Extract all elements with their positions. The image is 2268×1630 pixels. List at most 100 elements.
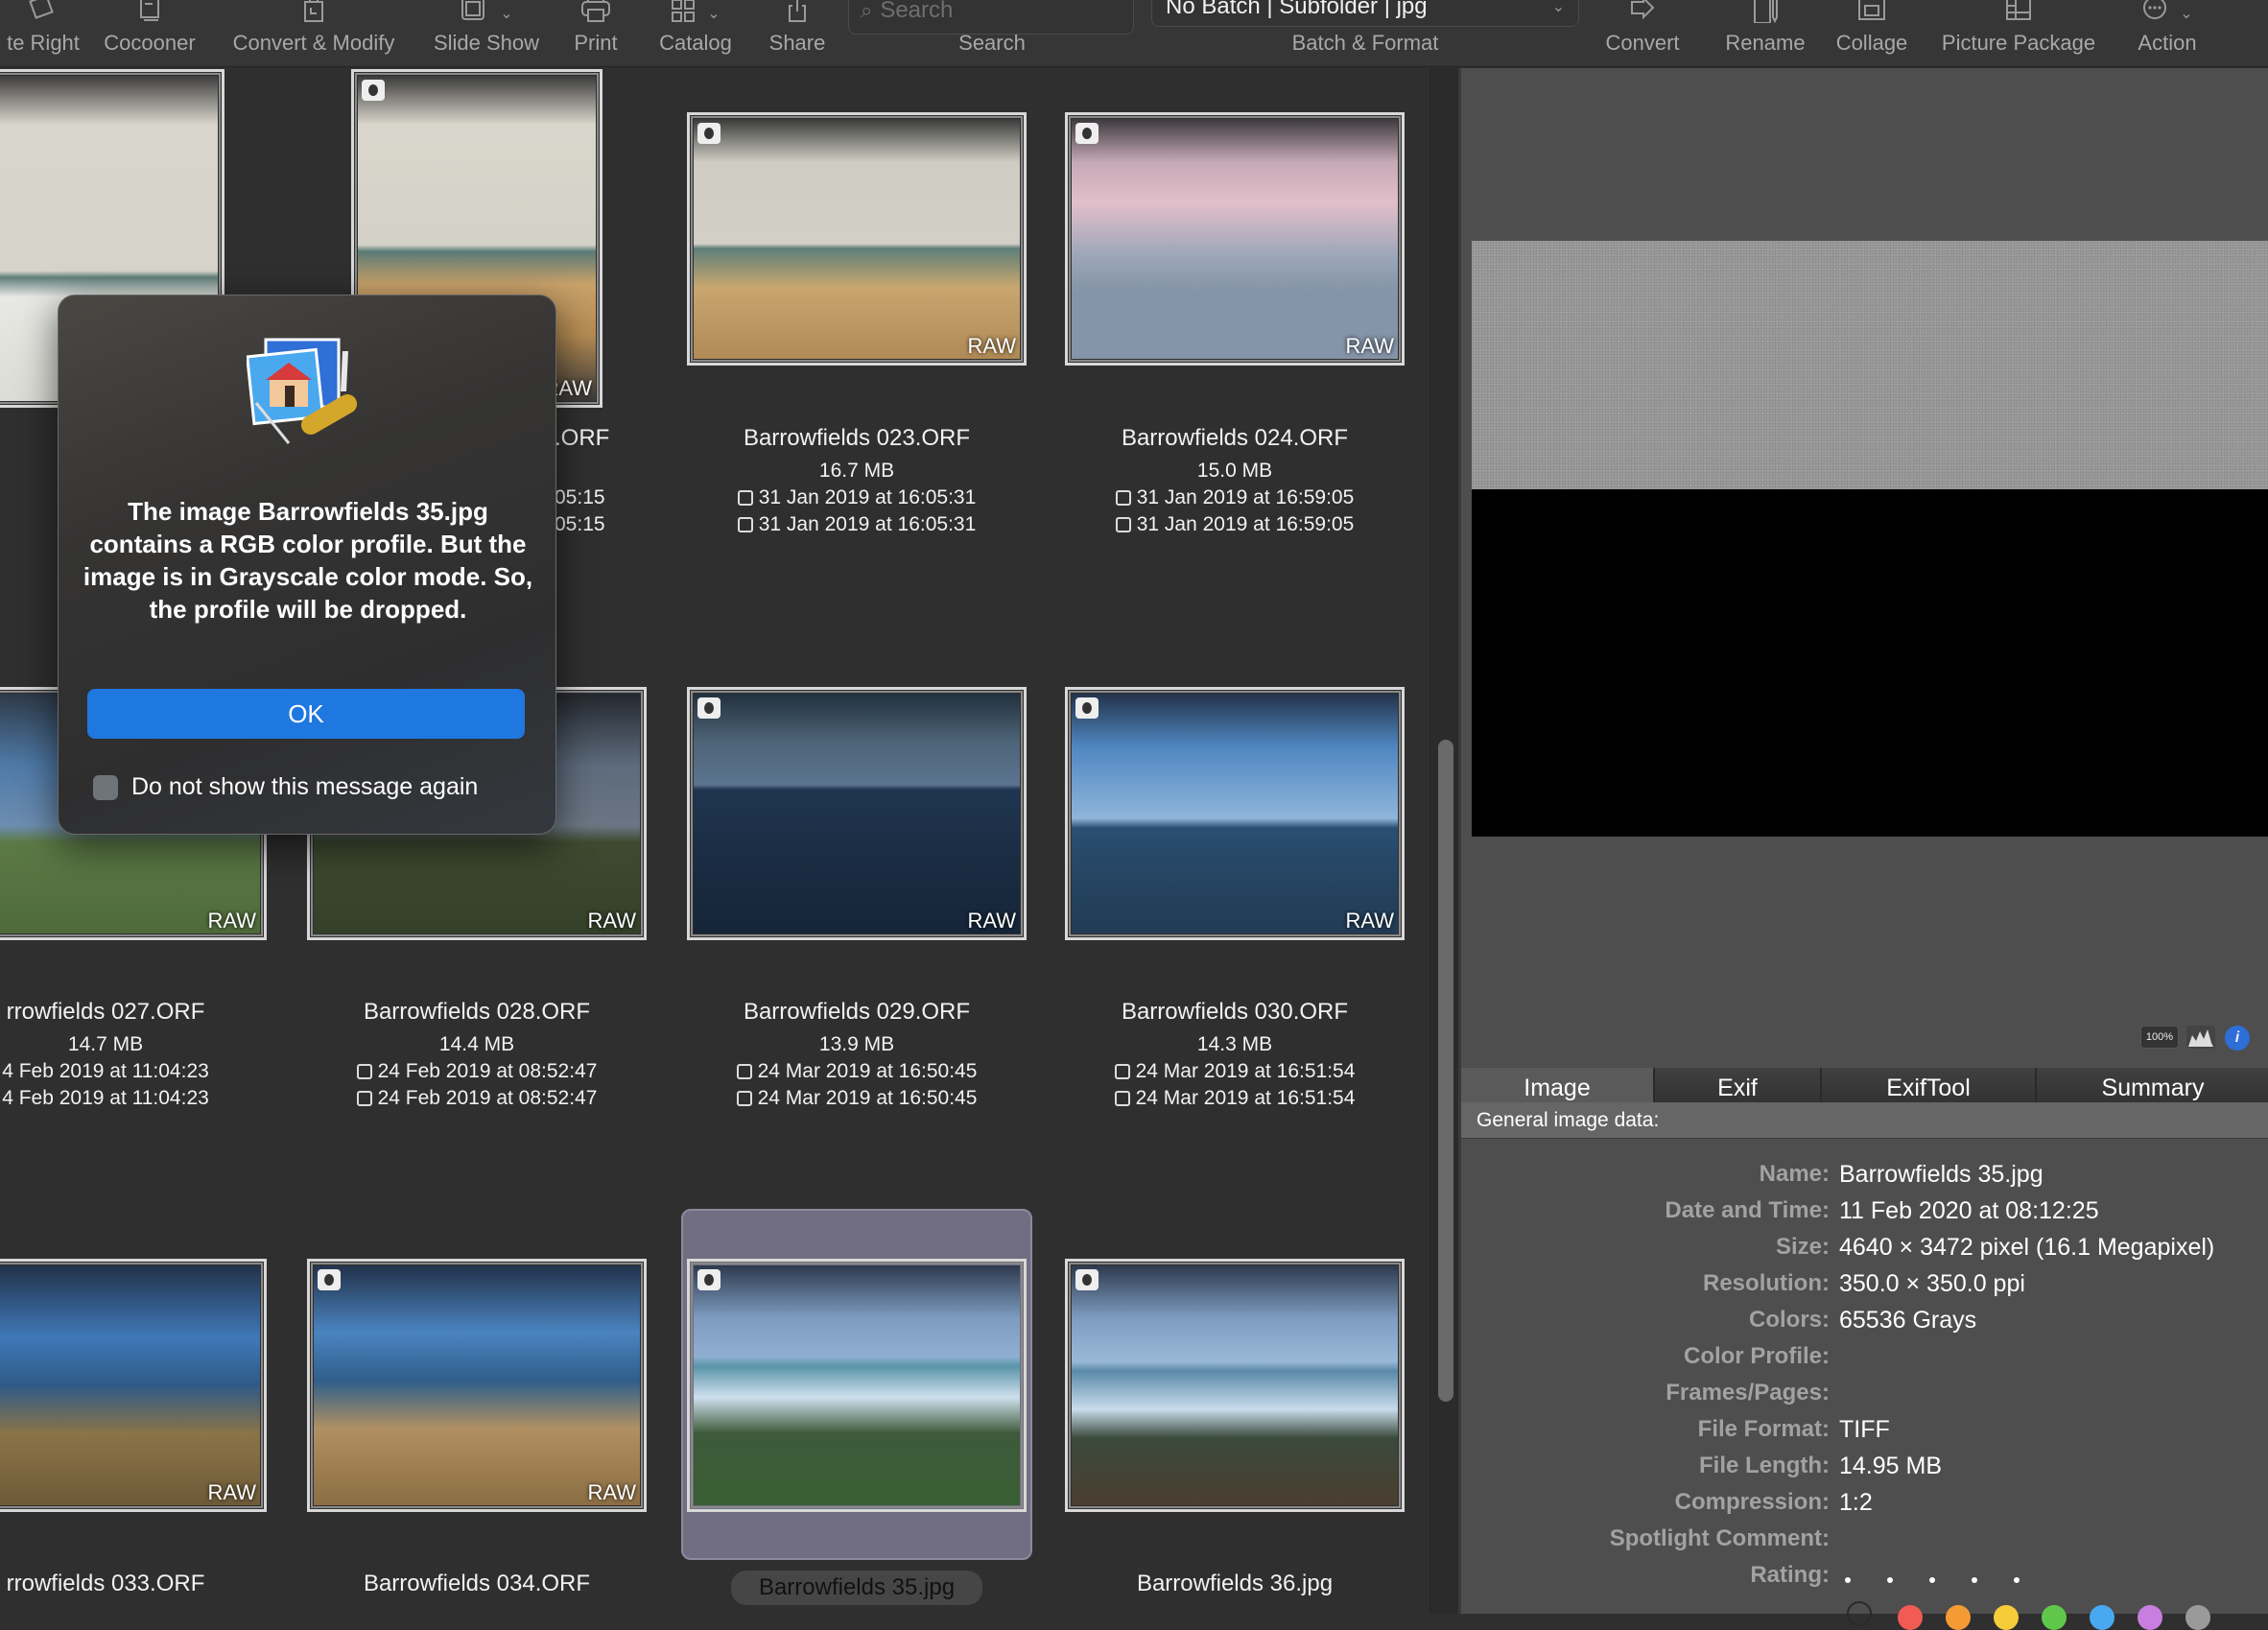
thumbnail-image[interactable]: RAW [307,1259,647,1512]
thumbnail-image[interactable]: RAW [687,687,1027,940]
label-color-dot[interactable] [1994,1605,2019,1630]
rating-star-empty[interactable] [1845,1576,1851,1583]
raw-badge: RAW [587,909,636,933]
grid-scrollbar[interactable] [1429,68,1458,1614]
thumbnail-caption: Barrowfields 023.ORF 16.7 MB 31 Jan 2019… [665,425,1049,536]
info-row: Compression: 1:2 [1461,1484,2268,1521]
download-icon [356,1064,372,1079]
download-icon [737,490,753,506]
scrollbar-thumb[interactable] [1438,740,1453,1402]
toolbar-convert[interactable]: Convert [1595,0,1690,67]
info-value: 11 Feb 2020 at 08:12:25 [1839,1196,2099,1224]
toolbar-rename[interactable]: Rename [1717,0,1813,67]
tab-image[interactable]: Image [1461,1068,1655,1102]
label-color-dot[interactable] [1898,1605,1923,1630]
camera-icon [318,1269,341,1290]
toolbar-picture-package[interactable]: Picture Package [1932,0,2105,67]
tab-exif[interactable]: Exif [1655,1068,1822,1102]
info-value: Barrowfields 35.jpg [1839,1160,2044,1188]
app-icon [245,338,369,453]
thumbnail-image[interactable] [687,1259,1027,1512]
ok-button[interactable]: OK [87,689,525,739]
info-value: 14.95 MB [1839,1452,1943,1479]
info-key: File Length: [1699,1453,1830,1478]
chevron-down-icon[interactable]: ⌄ [707,4,720,23]
info-key: Rating: [1750,1562,1830,1588]
info-tabs: Image Exif ExifTool Summary [1461,1068,2268,1102]
thumbnail-caption: Barrowfields 024.ORF 15.0 MB 31 Jan 2019… [1043,425,1427,536]
camera-icon [697,697,721,719]
info-row: Date and Time: 11 Feb 2020 at 08:12:25 [1461,1193,2268,1229]
info-value: 65536 Grays [1839,1306,1977,1334]
camera-icon [1115,517,1131,532]
share-icon [785,0,810,23]
thumbnail-grid: RAW RAW RAW arrow 31 Jan 31 Jan .ORF 05:… [0,68,1429,1614]
toolbar-convert-modify[interactable]: Convert & Modify [223,0,405,67]
alert-dialog: The image Barrowfields 35.jpg contains a… [58,295,556,835]
info-icon[interactable]: i [2225,1026,2250,1051]
do-not-show-again-checkbox[interactable]: Do not show this message again [93,773,478,801]
info-key: Color Profile: [1683,1343,1830,1369]
toolbar-collage[interactable]: Collage [1829,0,1915,67]
collage-icon [1857,0,1886,23]
thumbnail-image[interactable]: RAW [1065,112,1405,366]
checkbox-box[interactable] [93,774,118,800]
toolbar-rotate-right[interactable]: te Right [0,0,86,67]
camera-icon [356,1091,372,1106]
raw-badge: RAW [587,1480,636,1504]
search-placeholder: Search [880,0,954,23]
zoom-100-button[interactable]: 100% [2140,1026,2179,1049]
thumbnail-image[interactable]: RAW [0,1259,267,1512]
label-color-dot[interactable] [2185,1605,2210,1630]
camera-icon [1075,1269,1099,1290]
chevron-down-icon[interactable]: ⌄ [500,4,512,23]
toolbar-slide-show[interactable]: ⌄ Slide Show [424,0,549,67]
toolbar-cocooner[interactable]: Cocooner [96,0,203,67]
rating-star-empty[interactable] [1929,1576,1935,1583]
info-row: Colors: 65536 Grays [1461,1302,2268,1338]
info-key: Colors: [1749,1307,1830,1333]
thumbnail-image[interactable]: RAW [1065,687,1405,940]
toolbar-share[interactable]: Share [764,0,831,67]
cocooner-icon [135,0,164,23]
toolbar-action[interactable]: ⌄ Action [2124,0,2210,67]
rating-star-empty[interactable] [1972,1576,1977,1583]
camera-icon [1114,1091,1130,1106]
info-key: Date and Time: [1665,1197,1830,1223]
rating-star-empty[interactable] [2014,1576,2020,1583]
catalog-grid-icon: ⌄ [671,0,721,23]
label-color-dot[interactable] [2042,1605,2067,1630]
label-none[interactable] [1847,1601,1872,1626]
thumbnail-caption: Barrowfields 030.ORF 14.3 MB 24 Mar 2019… [1043,999,1427,1110]
preview-image-black-region [1472,489,2268,837]
chevron-down-icon[interactable]: ⌄ [2180,4,2192,23]
tab-summary[interactable]: Summary [2037,1068,2268,1102]
camera-icon [1075,123,1099,144]
tab-exiftool[interactable]: ExifTool [1822,1068,2037,1102]
thumbnail-image[interactable] [1065,1259,1405,1512]
raw-badge: RAW [207,909,256,933]
thumbnail-image[interactable]: RAW [687,112,1027,366]
rating-stars[interactable] [1839,1562,2050,1590]
selected-thumbnail-name[interactable]: Barrowfields 35.jpg [731,1571,982,1605]
thumbnail-caption: Barrowfields 034.ORF [363,1571,591,1596]
thumbnail-caption: Barrowfields 36.jpg [1136,1571,1334,1596]
camera-icon [362,80,385,101]
camera-icon [1075,697,1099,719]
toolbar-batch-format-label: Batch & Format [1291,31,1439,55]
toolbar-catalog[interactable]: ⌄ Catalog [652,0,739,67]
label-color-dot[interactable] [1946,1605,1971,1630]
thumbnail-caption: rrowfields 033.ORF [6,1571,205,1596]
toolbar-print[interactable]: Print [562,0,629,67]
label-color-dot[interactable] [2090,1605,2114,1630]
raw-badge: RAW [1345,909,1394,933]
camera-icon [736,1091,752,1106]
histogram-icon[interactable] [2186,1026,2215,1049]
camera-icon [737,517,753,532]
info-row: Color Profile: [1461,1338,2268,1375]
info-row: Resolution: 350.0 × 350.0 ppi [1461,1265,2268,1302]
rating-star-empty[interactable] [1887,1576,1893,1583]
label-color-dot[interactable] [2138,1605,2162,1630]
search-icon: ⌕ [861,0,873,22]
dialog-message: The image Barrowfields 35.jpg contains a… [83,497,533,624]
